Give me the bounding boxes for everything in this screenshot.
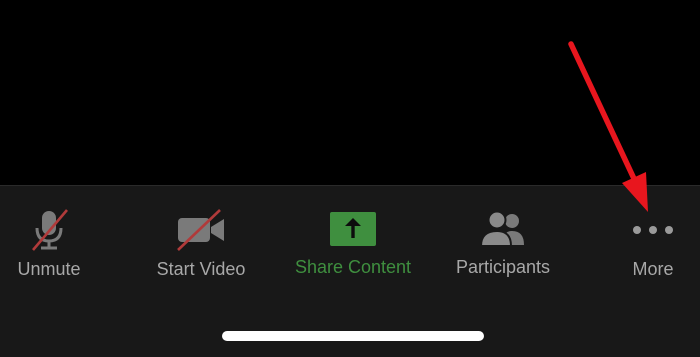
share-content-button[interactable]: Share Content xyxy=(284,208,422,278)
unmute-button[interactable]: Unmute xyxy=(8,208,90,279)
share-upload-icon xyxy=(329,208,377,250)
share-content-label: Share Content xyxy=(294,257,412,277)
start-video-button[interactable]: Start Video xyxy=(148,208,254,279)
more-button[interactable]: More xyxy=(620,208,686,279)
microphone-muted-icon xyxy=(27,208,71,252)
video-area xyxy=(0,0,700,185)
meeting-screen: Unmute Start Video Share Content Partici… xyxy=(0,0,700,357)
participants-label: Participants xyxy=(455,257,551,277)
more-label: More xyxy=(632,259,674,279)
home-indicator[interactable] xyxy=(222,331,484,341)
participants-icon xyxy=(478,208,528,250)
more-dots-icon xyxy=(630,208,676,252)
participants-button[interactable]: Participants xyxy=(447,208,559,278)
unmute-label: Unmute xyxy=(17,259,81,279)
start-video-label: Start Video xyxy=(156,259,246,279)
video-off-icon xyxy=(175,208,227,252)
